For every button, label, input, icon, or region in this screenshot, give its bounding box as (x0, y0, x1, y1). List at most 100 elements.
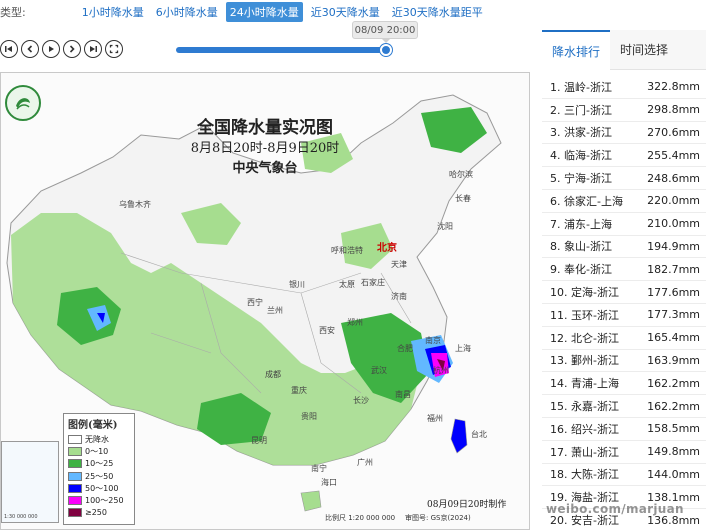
legend-swatch (68, 508, 82, 518)
play-icon[interactable] (42, 40, 60, 58)
ranking-row[interactable]: 4. 临海-浙江 255.4mm (542, 144, 706, 168)
ranking-row[interactable]: 10. 定海-浙江 177.6mm (542, 281, 706, 304)
ranking-value: 162.2mm (647, 399, 700, 413)
panel-tabs: 降水排行 时间选择 (542, 30, 706, 70)
next-icon[interactable] (63, 40, 81, 58)
city-label-capital: 北京 (377, 243, 397, 254)
city-label: 长春 (455, 194, 471, 203)
legend-swatch (68, 459, 82, 469)
city-label: 南京 (425, 336, 441, 345)
legend-swatch (68, 471, 82, 481)
ranking-row[interactable]: 11. 玉环-浙江 177.3mm (542, 304, 706, 327)
ranking-row[interactable]: 6. 徐家汇-上海 220.0mm (542, 190, 706, 213)
first-icon[interactable] (0, 40, 18, 58)
legend-item: 10～25 (68, 458, 130, 470)
city-label: 合肥 (397, 344, 413, 353)
ranking-value: 194.9mm (647, 239, 700, 253)
ranking-station: 8. 象山-浙江 (550, 240, 612, 254)
south-china-sea-inset: 1:30 000 000 (1, 441, 59, 523)
ranking-station: 16. 绍兴-浙江 (550, 422, 619, 436)
last-icon[interactable] (84, 40, 102, 58)
city-label: 呼和浩特 (331, 246, 363, 255)
ranking-value: 162.2mm (647, 376, 700, 390)
tab-6h-rain[interactable]: 6小时降水量 (152, 2, 222, 22)
ranking-value: 248.6mm (647, 171, 700, 185)
ranking-value: 177.3mm (647, 308, 700, 322)
legend-swatch (68, 446, 82, 456)
ranking-row[interactable]: 12. 北仑-浙江 165.4mm (542, 327, 706, 350)
ranking-row[interactable]: 8. 象山-浙江 194.9mm (542, 236, 706, 259)
city-label: 海口 (321, 478, 337, 487)
audit-note: 审图号: GS京(2024) (405, 514, 471, 522)
map-period: 8月8日20时-8月9日20时 (190, 141, 340, 156)
ranking-station: 7. 浦东-上海 (550, 217, 612, 231)
scale-note: 比例尺 1:20 000 000 (325, 514, 396, 522)
ranking-station: 12. 北仑-浙江 (550, 331, 619, 345)
tab-1h-rain[interactable]: 1小时降水量 (78, 2, 148, 22)
city-label: 天津 (391, 260, 407, 269)
city-label: 台北 (471, 430, 487, 439)
ranking-station: 15. 永嘉-浙江 (550, 400, 619, 414)
ranking-station: 3. 洪家-浙江 (550, 126, 612, 140)
ranking-row[interactable]: 16. 绍兴-浙江 158.5mm (542, 418, 706, 441)
ranking-row[interactable]: 2. 三门-浙江 298.8mm (542, 99, 706, 122)
ranking-station: 18. 大陈-浙江 (550, 468, 619, 482)
ranking-row[interactable]: 18. 大陈-浙江 144.0mm (542, 464, 706, 487)
ranking-station: 5. 宁海-浙江 (550, 172, 612, 186)
ranking-value: 149.8mm (647, 445, 700, 459)
playback-controls (0, 40, 123, 58)
ranking-row[interactable]: 1. 温岭-浙江 322.8mm (542, 76, 706, 99)
legend-swatch (68, 483, 82, 493)
city-label: 乌鲁木齐 (119, 200, 151, 209)
ranking-station: 10. 定海-浙江 (550, 286, 619, 300)
prev-icon[interactable] (21, 40, 39, 58)
tab-30d-anomaly[interactable]: 近30天降水量距平 (388, 2, 487, 22)
tab-time-select[interactable]: 时间选择 (610, 30, 678, 70)
ranking-station: 17. 萧山-浙江 (550, 445, 619, 459)
ranking-station: 14. 青浦-上海 (550, 377, 619, 391)
legend-item: 25～50 (68, 470, 130, 482)
ranking-value: 270.6mm (647, 125, 700, 139)
timeline-track[interactable] (176, 47, 388, 53)
ranking-value: 298.8mm (647, 103, 700, 117)
ranking-list: 1. 温岭-浙江 322.8mm 2. 三门-浙江 298.8mm 3. 洪家-浙江 27… (542, 70, 706, 530)
city-label: 上海 (455, 344, 471, 353)
ranking-row[interactable]: 7. 浦东-上海 210.0mm (542, 213, 706, 236)
ranking-row[interactable]: 5. 宁海-浙江 248.6mm (542, 167, 706, 190)
legend-swatch (68, 434, 82, 444)
ranking-row[interactable]: 15. 永嘉-浙江 162.2mm (542, 395, 706, 418)
ranking-panel: 降水排行 时间选择 1. 温岭-浙江 322.8mm 2. 三门-浙江 298.8mm… (542, 30, 706, 530)
rainfall-map[interactable]: 全国降水量实况图 8月8日20时-8月9日20时 中央气象台 北京 乌鲁木齐 哈… (0, 72, 530, 530)
city-label: 长沙 (353, 396, 369, 405)
city-label: 广州 (357, 458, 373, 467)
ranking-value: 322.8mm (647, 80, 700, 94)
city-label: 贵阳 (301, 412, 317, 421)
legend-title: 图例(毫米) (68, 420, 118, 431)
city-label: 郑州 (347, 318, 363, 327)
city-label: 济南 (391, 292, 407, 301)
legend-item: 100～250 (68, 494, 130, 506)
tab-30d-rain[interactable]: 近30天降水量 (307, 2, 384, 22)
city-label: 南昌 (395, 390, 411, 399)
ranking-value: 220.0mm (647, 194, 700, 208)
ranking-value: 165.4mm (647, 331, 700, 345)
current-time-bubble: 08/09 20:00 (352, 21, 418, 43)
city-label: 银川 (289, 280, 305, 289)
ranking-station: 4. 临海-浙江 (550, 149, 612, 163)
city-label: 西安 (319, 326, 335, 335)
ranking-row[interactable]: 14. 青浦-上海 162.2mm (542, 372, 706, 396)
ranking-station: 13. 鄞州-浙江 (550, 354, 619, 368)
ranking-row[interactable]: 9. 奉化-浙江 182.7mm (542, 258, 706, 282)
type-label: 类型: (0, 6, 26, 19)
timeline-handle[interactable] (380, 44, 392, 56)
city-label: 西宁 (247, 298, 263, 307)
ranking-row[interactable]: 13. 鄞州-浙江 163.9mm (542, 350, 706, 373)
tab-24h-rain[interactable]: 24小时降水量 (225, 2, 303, 22)
ranking-station: 11. 玉环-浙江 (550, 308, 619, 322)
tab-rain-ranking[interactable]: 降水排行 (542, 30, 611, 70)
ranking-row[interactable]: 17. 萧山-浙江 149.8mm (542, 441, 706, 464)
ranking-row[interactable]: 3. 洪家-浙江 270.6mm (542, 122, 706, 145)
city-label: 哈尔滨 (449, 170, 473, 179)
city-label: 南宁 (311, 464, 327, 473)
fullscreen-icon[interactable] (105, 40, 123, 58)
